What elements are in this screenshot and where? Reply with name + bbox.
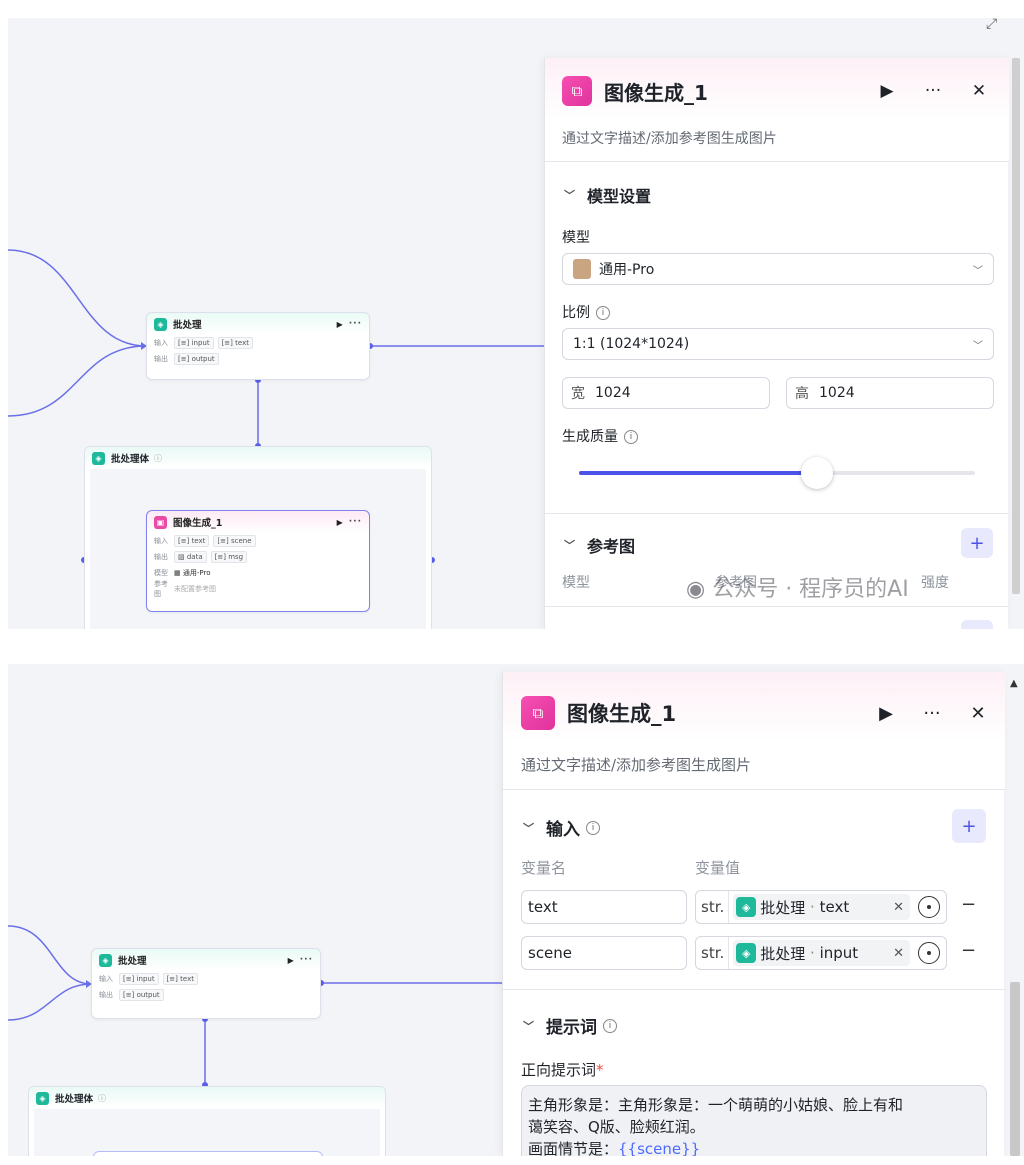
- variable-name-input[interactable]: scene: [521, 936, 687, 970]
- target-icon[interactable]: [918, 942, 940, 964]
- batch-body-title: 批处理体: [111, 454, 150, 465]
- input-section-header[interactable]: ﹀ 输入 i: [523, 815, 600, 840]
- chevron-down-icon: ﹀: [973, 265, 983, 277]
- info-icon: i: [624, 430, 638, 444]
- run-icon[interactable]: ▶: [337, 518, 343, 527]
- image-gen-node[interactable]: ▣ 图像生成_1 ▶ ··· 输入 [≡] text [≡] scene 输出 …: [146, 510, 370, 612]
- target-icon[interactable]: [918, 896, 940, 918]
- model-settings-header[interactable]: ﹀ 模型设置: [564, 183, 651, 207]
- chevron-down-icon: ﹀: [564, 189, 575, 202]
- batch-body-icon: ◈: [92, 451, 105, 465]
- more-icon[interactable]: ···: [920, 81, 946, 101]
- clear-icon[interactable]: ✕: [893, 946, 904, 961]
- model-select[interactable]: 通用-Pro ﹀: [562, 253, 994, 285]
- run-icon[interactable]: ▶: [874, 81, 900, 101]
- run-icon[interactable]: ▶: [873, 703, 899, 724]
- variable-value-reference[interactable]: str. ◈ 批处理 · text ✕: [695, 890, 947, 924]
- scrollbar[interactable]: [1012, 58, 1020, 594]
- more-icon[interactable]: ···: [919, 703, 945, 724]
- quality-slider[interactable]: [579, 457, 975, 489]
- input-tag: [≡] text: [217, 337, 253, 349]
- output-tag: [≡] output: [174, 353, 219, 365]
- more-icon[interactable]: ···: [349, 517, 362, 527]
- positive-prompt-label: 正向提示词*: [521, 1061, 604, 1079]
- info-icon: i: [603, 1018, 617, 1033]
- more-icon[interactable]: ···: [349, 319, 362, 329]
- positive-prompt-textarea[interactable]: 主角形象是：主角形象是：一个萌萌的小姑娘、脸上有和 蔼笑容、Q版、脸颊红润。 画…: [521, 1085, 987, 1156]
- variable-name-input[interactable]: text: [521, 890, 687, 924]
- batch-icon: ◈: [154, 317, 167, 331]
- more-icon[interactable]: ···: [300, 955, 313, 965]
- model-avatar: [573, 259, 591, 279]
- watermark: ◉ 公众号 · 程序员的AI: [686, 577, 909, 602]
- model-label: 模型: [562, 230, 590, 246]
- panel-title: 图像生成_1: [567, 702, 677, 726]
- ratio-select[interactable]: 1:1 (1024*1024) ﹀: [562, 328, 994, 360]
- chevron-down-icon: ﹀: [523, 821, 534, 835]
- batch-node[interactable]: ◈ 批处理 ▶ ··· 输入 [≡] input [≡] text 输出 [≡]…: [146, 312, 370, 380]
- expand-icon[interactable]: ⤢: [986, 18, 997, 32]
- remove-row-button[interactable]: −: [961, 894, 976, 915]
- slider-handle[interactable]: [800, 457, 833, 489]
- batch-body-icon: ◈: [36, 1091, 49, 1105]
- panel-description: 通过文字描述/添加参考图生成图片: [521, 756, 752, 774]
- image-gen-icon: ▣: [154, 515, 167, 529]
- image-node-title: 图像生成_1: [173, 518, 223, 529]
- batch-icon: ◈: [736, 897, 757, 917]
- run-icon[interactable]: ▶: [288, 956, 294, 965]
- image-gen-icon: ⧉: [521, 696, 555, 730]
- workflow-screenshot-top: ⤢ ◈ 批处理 ▶ ··· 输入 [≡] input [≡] text 输出 […: [8, 18, 1024, 629]
- add-input-button[interactable]: +: [952, 809, 986, 843]
- close-icon[interactable]: ✕: [966, 81, 992, 101]
- clear-icon[interactable]: ✕: [893, 900, 904, 915]
- prompt-section-header[interactable]: ﹀ 提示词 i: [523, 1013, 617, 1038]
- panel-description: 通过文字描述/添加参考图生成图片: [562, 131, 777, 147]
- remove-row-button[interactable]: −: [961, 940, 976, 961]
- batch-body-container[interactable]: ◈ 批处理体 ⓘ: [28, 1086, 386, 1156]
- batch-node-title: 批处理: [173, 320, 202, 331]
- height-input[interactable]: 高 1024: [786, 377, 994, 409]
- node-config-panel: ⧉ 图像生成_1 ▶ ··· ✕ 通过文字描述/添加参考图生成图片 ﹀ 模型设置…: [544, 58, 1009, 629]
- scrollbar[interactable]: [1010, 982, 1020, 1156]
- chevron-down-icon: ﹀: [564, 539, 575, 552]
- add-reference-button[interactable]: +: [961, 528, 993, 558]
- chevron-down-icon: ﹀: [973, 340, 983, 352]
- batch-node[interactable]: ◈ 批处理 ▶ ··· 输入 [≡] input [≡] text 输出 [≡]…: [91, 948, 321, 1019]
- info-icon: ⓘ: [98, 1093, 107, 1103]
- run-icon[interactable]: ▶: [337, 320, 343, 329]
- input-tag: [≡] input: [174, 337, 214, 349]
- batch-icon: ◈: [736, 943, 757, 963]
- scroll-up-icon[interactable]: ▲: [1010, 678, 1018, 689]
- add-button[interactable]: [961, 620, 993, 629]
- batch-icon: ◈: [99, 953, 112, 967]
- info-icon: ⓘ: [154, 453, 163, 463]
- width-input[interactable]: 宽 1024: [562, 377, 770, 409]
- close-icon[interactable]: ✕: [965, 703, 991, 724]
- quality-label: 生成质量 i: [562, 426, 638, 446]
- info-icon: i: [596, 306, 610, 320]
- variable-value-reference[interactable]: str. ◈ 批处理 · input ✕: [695, 936, 947, 970]
- image-gen-icon: ⧉: [562, 76, 592, 106]
- ratio-label: 比例 i: [562, 302, 610, 322]
- node-config-panel: ⧉ 图像生成_1 ▶ ··· ✕ 通过文字描述/添加参考图生成图片 ﹀ 输入 i…: [502, 672, 1005, 1156]
- workflow-screenshot-bottom: ◈ 批处理 ▶ ··· 输入 [≡] input [≡] text 输出 [≡]…: [8, 664, 1024, 1156]
- wechat-icon: ◉: [686, 577, 706, 602]
- reference-image-header[interactable]: ﹀ 参考图: [564, 533, 635, 557]
- info-icon: i: [586, 820, 600, 835]
- panel-title: 图像生成_1: [604, 80, 708, 105]
- chevron-down-icon: ﹀: [523, 1019, 534, 1033]
